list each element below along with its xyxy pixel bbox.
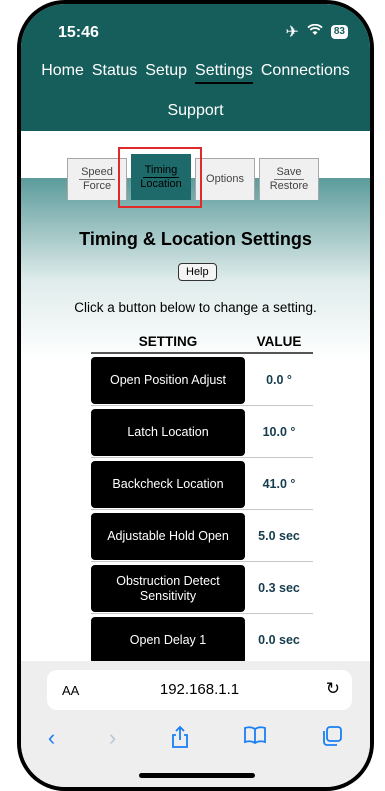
status-time: 15:46	[58, 24, 99, 41]
header-setting: SETTING	[138, 334, 198, 349]
setting-value: 10.0 °	[262, 424, 296, 439]
url-text[interactable]: 192.168.1.1	[47, 681, 352, 698]
backcheck-location-button[interactable]: Backcheck Location	[91, 461, 245, 508]
address-bar[interactable]: AA 192.168.1.1 ↻	[47, 670, 352, 710]
main-nav: Home Status Setup Settings Connections S…	[21, 62, 370, 122]
bookmarks-icon[interactable]	[243, 725, 267, 755]
help-button[interactable]: Help	[178, 263, 217, 281]
tab-label-bottom: Restore	[269, 180, 309, 192]
nav-settings[interactable]: Settings	[195, 62, 253, 84]
tab-label-top: Speed	[79, 166, 115, 180]
screen: 15:46 ✈ 83 Home Status Setup Settings Co…	[21, 4, 370, 787]
open-delay-1-button[interactable]: Open Delay 1	[91, 617, 245, 664]
table-row: Open Position Adjust 0.0 °	[91, 354, 313, 406]
nav-setup[interactable]: Setup	[145, 62, 187, 84]
battery-indicator: 83	[330, 25, 348, 39]
selection-highlight	[118, 147, 202, 208]
back-icon[interactable]: ‹	[48, 725, 55, 755]
nav-row: Home Status Setup Settings Connections	[21, 62, 370, 84]
settings-content: Speed Force Timing Location Options Save…	[21, 131, 370, 683]
open-position-adjust-button[interactable]: Open Position Adjust	[91, 357, 245, 404]
adjustable-hold-open-button[interactable]: Adjustable Hold Open	[91, 513, 245, 560]
settings-table: SETTING VALUE Open Position Adjust 0.0 °…	[91, 334, 313, 683]
nav-support[interactable]: Support	[167, 102, 223, 122]
tab-label-bottom: Force	[82, 180, 112, 192]
app-header: 15:46 ✈ 83 Home Status Setup Settings Co…	[21, 4, 370, 131]
table-row: Obstruction Detect Sensitivity 0.3 sec	[91, 562, 313, 614]
share-icon[interactable]	[170, 725, 190, 755]
status-icons: ✈ 83	[285, 22, 348, 42]
browser-toolbar: ‹ ›	[21, 725, 370, 755]
setting-value: 41.0 °	[262, 476, 296, 491]
tabs-icon[interactable]	[321, 725, 343, 755]
tab-options[interactable]: Options	[195, 158, 255, 200]
table-row: Adjustable Hold Open 5.0 sec	[91, 510, 313, 562]
nav-row-2: Support	[21, 102, 370, 122]
forward-icon[interactable]: ›	[109, 725, 116, 755]
tab-label-top: Save	[274, 166, 304, 180]
setting-value: 0.3 sec	[258, 580, 300, 595]
phone-frame: 15:46 ✈ 83 Home Status Setup Settings Co…	[17, 0, 374, 791]
obstruction-detect-sensitivity-button[interactable]: Obstruction Detect Sensitivity	[91, 565, 245, 612]
home-indicator	[139, 773, 255, 778]
setting-value: 0.0 °	[266, 372, 292, 387]
status-bar: 15:46 ✈ 83	[21, 4, 370, 48]
table-row: Latch Location 10.0 °	[91, 406, 313, 458]
wifi-icon	[307, 23, 323, 41]
nav-connections[interactable]: Connections	[261, 62, 350, 84]
nav-home[interactable]: Home	[41, 62, 84, 84]
tab-label: Options	[206, 173, 244, 185]
setting-value: 0.0 sec	[258, 632, 300, 647]
latch-location-button[interactable]: Latch Location	[91, 409, 245, 456]
page-title: Timing & Location Settings	[79, 229, 312, 249]
header-value: VALUE	[256, 334, 302, 349]
browser-chrome: AA 192.168.1.1 ↻ ‹ ›	[21, 661, 370, 787]
table-header: SETTING VALUE	[91, 334, 313, 354]
nav-status[interactable]: Status	[92, 62, 137, 84]
table-row: Backcheck Location 41.0 °	[91, 458, 313, 510]
tab-save-restore[interactable]: Save Restore	[259, 158, 319, 200]
reload-icon[interactable]: ↻	[326, 679, 340, 699]
instruction-text: Click a button below to change a setting…	[74, 300, 317, 315]
setting-value: 5.0 sec	[258, 528, 300, 543]
table-row: Open Delay 1 0.0 sec	[91, 614, 313, 666]
airplane-icon: ✈	[285, 24, 299, 41]
